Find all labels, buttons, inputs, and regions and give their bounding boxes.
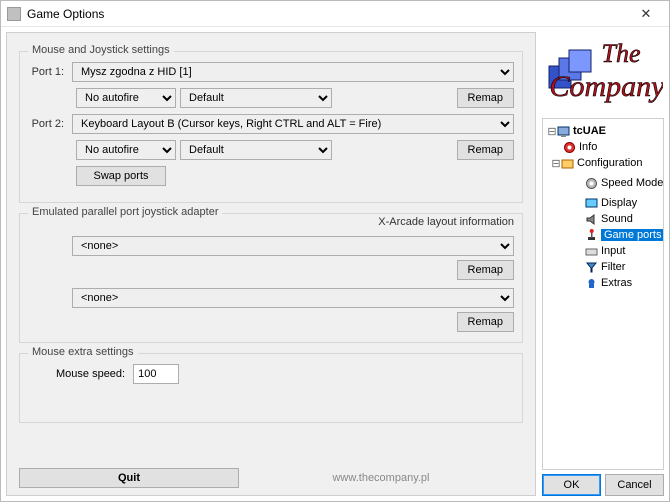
sound-icon — [585, 213, 598, 226]
tree-root[interactable]: ⊟ tcUAE — [545, 123, 661, 139]
tree-filter[interactable]: Filter — [545, 259, 661, 275]
tree-speed-mode[interactable]: Speed Mode — [545, 175, 661, 191]
port1-label: Port 1: — [28, 66, 68, 78]
port1-mode-select[interactable]: Default — [180, 88, 332, 108]
group-legend: Mouse extra settings — [28, 346, 138, 358]
group-legend: Mouse and Joystick settings — [28, 44, 174, 56]
port2-device-select[interactable]: Keyboard Layout B (Cursor keys, Right CT… — [72, 114, 514, 134]
info-icon — [563, 141, 576, 154]
port2-row: Port 2: Keyboard Layout B (Cursor keys, … — [28, 114, 514, 134]
main-panel: Mouse and Joystick settings Port 1: Mysz… — [6, 32, 536, 496]
computer-icon — [557, 125, 570, 138]
svg-text:Company: Company — [550, 70, 664, 103]
filter-icon — [585, 261, 598, 274]
group-parallel-adapter: Emulated parallel port joystick adapter … — [19, 213, 523, 343]
port1-autofire-select[interactable]: No autofire — [76, 88, 176, 108]
tree-extras[interactable]: Extras — [545, 275, 661, 291]
dialog-buttons: OK Cancel — [542, 474, 664, 496]
group-mouse-extra: Mouse extra settings Mouse speed: — [19, 353, 523, 423]
adapter2-select[interactable]: <none> — [72, 288, 514, 308]
port1-device-select[interactable]: Mysz zgodna z HID [1] — [72, 62, 514, 82]
keyboard-icon — [585, 245, 598, 258]
adapter1-select[interactable]: <none> — [72, 236, 514, 256]
quit-button[interactable]: Quit — [19, 468, 239, 488]
port2-remap-button[interactable]: Remap — [457, 140, 514, 160]
mouse-speed-label: Mouse speed: — [56, 368, 125, 380]
port1-remap-button[interactable]: Remap — [457, 88, 514, 108]
joystick-icon — [585, 229, 598, 242]
website-label: www.thecompany.pl — [239, 472, 523, 484]
mouse-speed-input[interactable] — [133, 364, 179, 384]
adapter1-remap-button[interactable]: Remap — [457, 260, 514, 280]
side-panel: The Company ⊟ tcUAE Info ⊟ — [542, 32, 664, 496]
nav-tree[interactable]: ⊟ tcUAE Info ⊟ Configuration — [542, 118, 664, 470]
bottom-bar: Quit www.thecompany.pl — [19, 467, 523, 489]
display-icon — [585, 197, 598, 210]
port2-autofire-select[interactable]: No autofire — [76, 140, 176, 160]
tree-configuration[interactable]: ⊟ Configuration — [545, 155, 661, 171]
extras-icon — [585, 277, 598, 290]
port1-row: Port 1: Mysz zgodna z HID [1] — [28, 62, 514, 82]
group-legend: Emulated parallel port joystick adapter — [28, 206, 222, 218]
tree-info[interactable]: Info — [545, 139, 661, 155]
gear-icon — [585, 177, 598, 190]
tree-game-ports[interactable]: Game ports — [545, 227, 661, 243]
svg-text:The: The — [602, 39, 641, 68]
tree-display[interactable]: Display — [545, 195, 661, 211]
cancel-button[interactable]: Cancel — [605, 474, 664, 496]
app-icon — [7, 7, 21, 21]
port2-mode-select[interactable]: Default — [180, 140, 332, 160]
port2-label: Port 2: — [28, 118, 68, 130]
tree-input[interactable]: Input — [545, 243, 661, 259]
xarcade-link[interactable]: X-Arcade layout information — [378, 216, 514, 228]
ok-button[interactable]: OK — [542, 474, 601, 496]
folder-icon — [561, 157, 574, 170]
tree-sound[interactable]: Sound — [545, 211, 661, 227]
titlebar: Game Options ✕ — [1, 1, 669, 27]
group-mouse-joystick: Mouse and Joystick settings Port 1: Mysz… — [19, 51, 523, 203]
company-logo: The Company — [542, 32, 664, 116]
adapter2-remap-button[interactable]: Remap — [457, 312, 514, 332]
swap-ports-button[interactable]: Swap ports — [76, 166, 166, 186]
window-title: Game Options — [27, 7, 629, 21]
close-button[interactable]: ✕ — [629, 4, 663, 24]
